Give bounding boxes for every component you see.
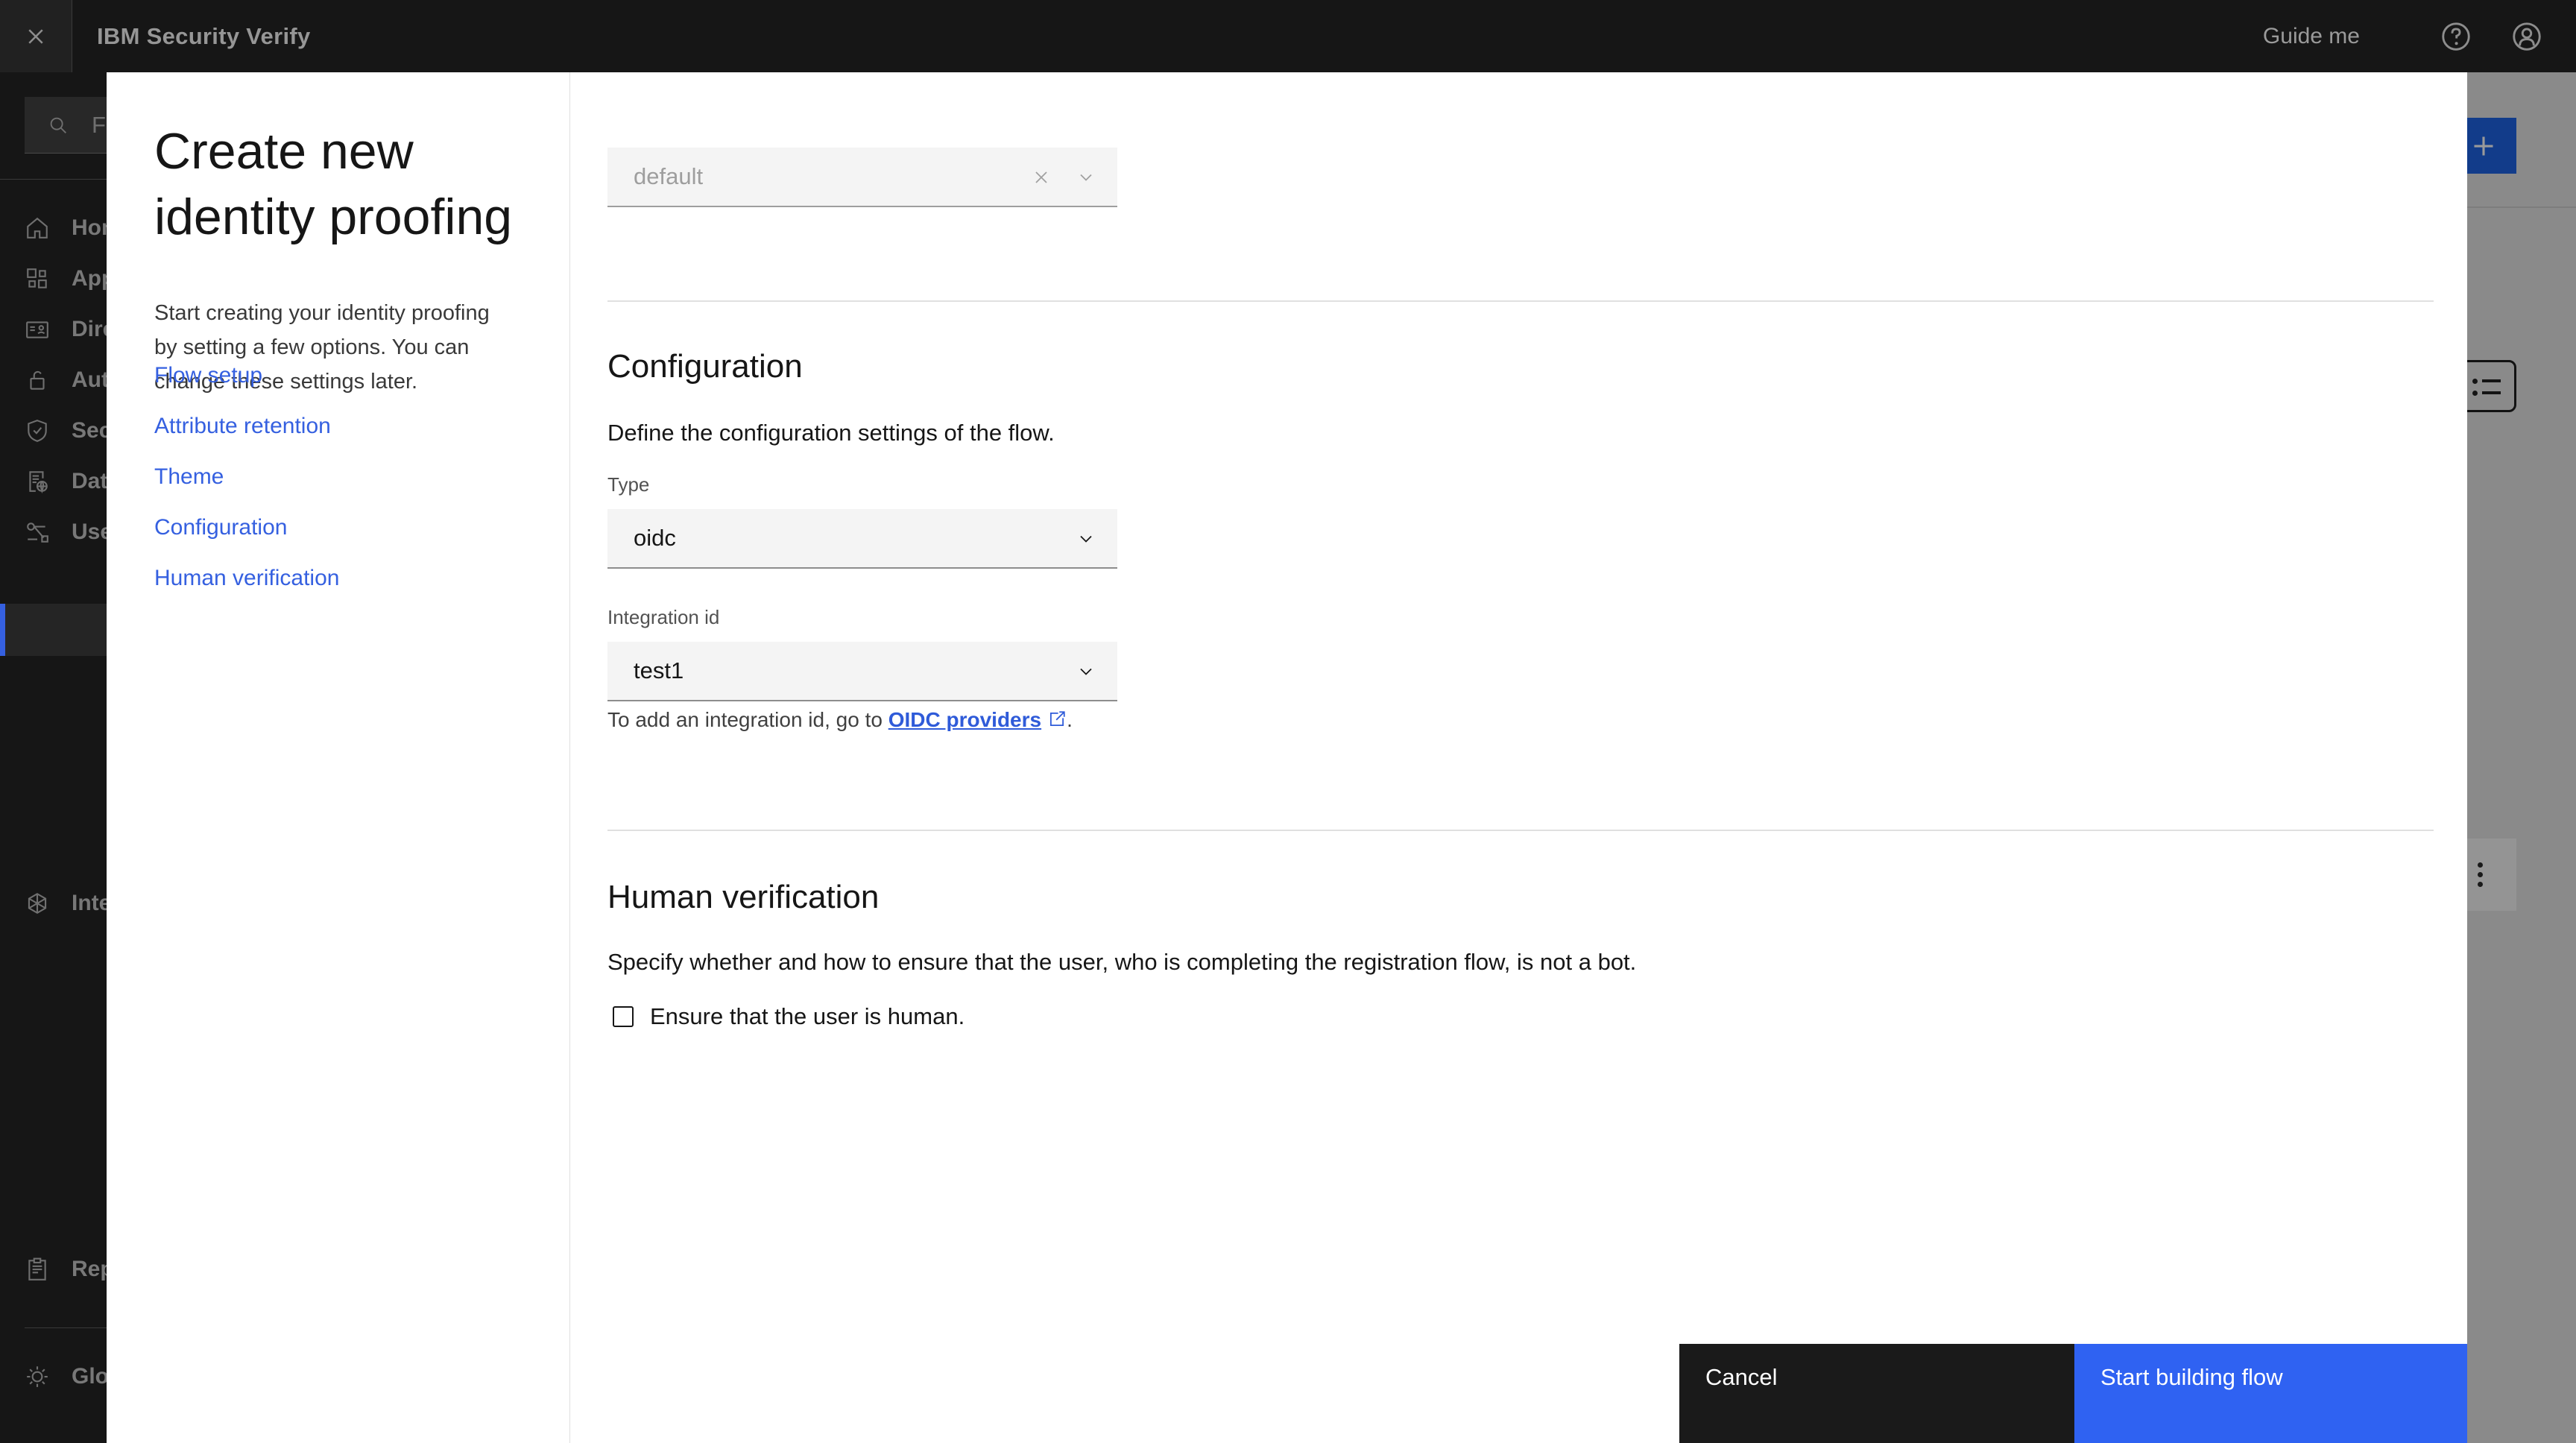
- directory-icon: [25, 317, 50, 342]
- modal-content: default Configuration Define the configu…: [607, 72, 2434, 1443]
- integration-id-value: test1: [634, 657, 684, 684]
- sidebar-item-label: Inte: [72, 891, 111, 916]
- header-actions: Guide me: [2263, 19, 2576, 54]
- integration-helper-text: To add an integration id, go to OIDC pro…: [607, 708, 1073, 732]
- oidc-providers-link[interactable]: OIDC providers: [888, 708, 1041, 731]
- list-icon: [2482, 379, 2501, 382]
- applications-icon: [25, 266, 50, 291]
- link-human-verification[interactable]: Human verification: [154, 567, 339, 590]
- guide-me-button[interactable]: Guide me: [2263, 24, 2360, 49]
- home-icon: [25, 215, 50, 241]
- section-divider: [607, 300, 2434, 302]
- background-divider: [2467, 206, 2576, 208]
- helper-prefix: To add an integration id, go to: [607, 708, 888, 731]
- clear-selection-icon[interactable]: [1031, 167, 1052, 188]
- checkbox-label: Ensure that the user is human.: [650, 1003, 965, 1030]
- kebab-menu-icon[interactable]: [2478, 862, 2483, 891]
- unlocked-padlock-icon: [25, 367, 50, 393]
- flow-route-icon: [25, 520, 50, 545]
- link-flow-setup[interactable]: Flow setup: [154, 364, 339, 387]
- theme-select-value: default: [634, 163, 703, 190]
- create-identity-proofing-modal: Create new identity proofing Start creat…: [107, 72, 2467, 1443]
- shield-check-icon: [25, 418, 50, 443]
- help-button[interactable]: [2439, 19, 2473, 54]
- chevron-down-icon[interactable]: [1076, 167, 1096, 188]
- cancel-button[interactable]: Cancel: [1679, 1344, 2074, 1443]
- list-view-button-dimmed[interactable]: [2467, 360, 2516, 412]
- type-dropdown[interactable]: oidc: [607, 509, 1117, 569]
- modal-title: Create new identity proofing: [154, 119, 542, 250]
- avatar-icon: [2510, 19, 2544, 54]
- modal-section-links: Flow setup Attribute retention Theme Con…: [154, 364, 339, 618]
- chevron-down-icon[interactable]: [1076, 528, 1096, 549]
- list-icon: [2482, 391, 2501, 394]
- modal-side-panel: Create new identity proofing Start creat…: [107, 72, 570, 1443]
- theme-select[interactable]: default: [607, 148, 1117, 207]
- modal-footer: Cancel Start building flow: [107, 1344, 2467, 1443]
- human-verification-description: Specify whether and how to ensure that t…: [607, 949, 1636, 976]
- integrations-hexagon-icon: [25, 891, 50, 916]
- plus-icon: [2469, 131, 2498, 161]
- type-dropdown-value: oidc: [634, 525, 676, 552]
- sidebar-item-label: Sec: [72, 418, 111, 443]
- list-icon: [2472, 391, 2478, 396]
- integration-id-dropdown[interactable]: test1: [607, 642, 1117, 701]
- sidebar-item-label: Aut: [72, 367, 109, 393]
- type-label: Type: [607, 473, 649, 496]
- chevron-down-icon[interactable]: [1076, 661, 1096, 682]
- sidebar-item-label: Dat: [72, 469, 107, 494]
- app-title: IBM Security Verify: [97, 23, 311, 50]
- link-configuration[interactable]: Configuration: [154, 517, 339, 539]
- human-checkbox-row[interactable]: Ensure that the user is human.: [613, 1003, 965, 1030]
- search-icon: [47, 114, 69, 136]
- help-icon: [2439, 19, 2473, 54]
- account-button[interactable]: [2510, 19, 2544, 54]
- human-verification-heading: Human verification: [607, 879, 879, 916]
- configuration-heading: Configuration: [607, 348, 803, 385]
- report-clipboard-icon: [25, 1257, 50, 1282]
- link-attribute-retention[interactable]: Attribute retention: [154, 415, 339, 438]
- close-nav-button[interactable]: [0, 0, 72, 72]
- configuration-description: Define the configuration settings of the…: [607, 420, 1055, 446]
- link-theme[interactable]: Theme: [154, 466, 339, 488]
- add-button-dimmed[interactable]: [2467, 118, 2516, 174]
- sidebar-item-label: Glo: [72, 1364, 109, 1389]
- external-link-icon: [1047, 710, 1067, 729]
- start-building-flow-button[interactable]: Start building flow: [2074, 1344, 2467, 1443]
- page: IBM Security Verify Guide me: [0, 0, 2576, 1443]
- close-icon: [21, 22, 51, 51]
- helper-suffix: .: [1067, 708, 1073, 731]
- dimmed-background: [2467, 72, 2576, 1443]
- checkbox-unchecked[interactable]: [613, 1006, 634, 1027]
- section-divider: [607, 830, 2434, 831]
- integration-id-label: Integration id: [607, 606, 719, 629]
- list-icon: [2472, 379, 2478, 384]
- document-globe-icon: [25, 469, 50, 494]
- gear-icon: [25, 1364, 50, 1389]
- app-header: IBM Security Verify Guide me: [0, 0, 2576, 72]
- background-row-card: [2467, 839, 2516, 911]
